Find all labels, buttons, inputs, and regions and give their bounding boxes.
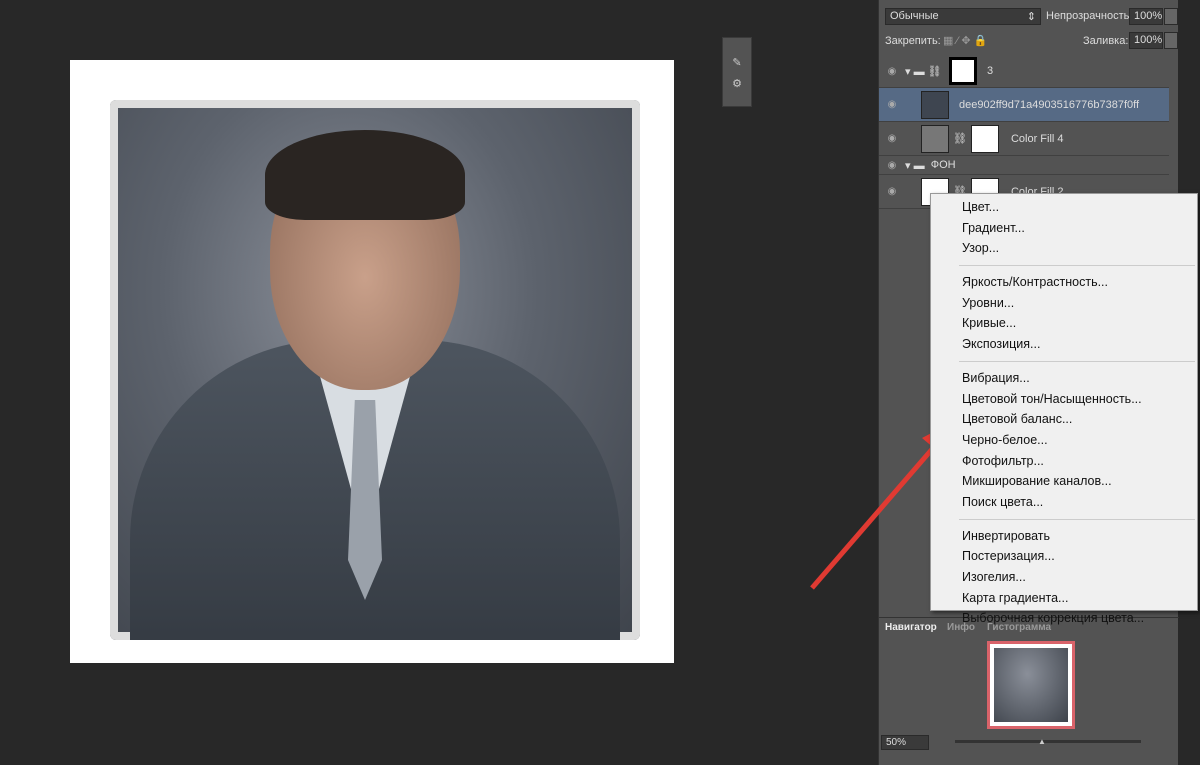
fill-label: Заливка:	[1083, 35, 1129, 47]
menu-item[interactable]: Цветовой баланс...	[931, 409, 1197, 430]
eye-icon[interactable]: ◉	[879, 133, 905, 144]
menu-separator	[959, 360, 1195, 362]
menu-item[interactable]: Узор...	[931, 238, 1197, 259]
fill-dropdown[interactable]	[1164, 32, 1178, 49]
layer-row[interactable]: ◉ ⛓ Color Fill 4	[879, 122, 1169, 156]
menu-item[interactable]: Выборочная коррекция цвета...	[931, 608, 1197, 629]
settings-tool-icon[interactable]: ⚙	[723, 77, 751, 90]
layer-row-selected[interactable]: ◉ dee902ff9d71a4903516776b7387f0ff	[879, 88, 1169, 122]
menu-item[interactable]: Карта градиента...	[931, 588, 1197, 609]
tab-navigator[interactable]: Навигатор	[885, 622, 937, 633]
layer-group-row[interactable]: ◉ ▾ ▬ ФОН	[879, 156, 1169, 175]
layer-row[interactable]: ◉ ▾ ▬ ⛓ 3	[879, 55, 1169, 88]
menu-item[interactable]: Уровни...	[931, 293, 1197, 314]
document-canvas[interactable]	[70, 60, 674, 663]
brush-tool-icon[interactable]: ✎	[723, 56, 751, 69]
mini-tool-panel: ✎ ⚙	[722, 37, 752, 107]
menu-item[interactable]: Постеризация...	[931, 546, 1197, 567]
zoom-slider[interactable]: ▲	[955, 737, 1141, 746]
eye-icon[interactable]: ◉	[879, 66, 905, 77]
menu-item[interactable]: Изогелия...	[931, 567, 1197, 588]
menu-item[interactable]: Микширование каналов...	[931, 471, 1197, 492]
menu-item[interactable]: Цветовой тон/Насыщенность...	[931, 389, 1197, 410]
menu-item[interactable]: Экспозиция...	[931, 334, 1197, 355]
navigator-preview[interactable]	[987, 641, 1075, 729]
menu-item[interactable]: Фотофильтр...	[931, 451, 1197, 472]
eye-icon[interactable]: ◉	[879, 186, 905, 197]
opacity-input[interactable]: 100%	[1129, 8, 1163, 25]
eye-icon[interactable]: ◉	[879, 160, 905, 171]
blend-mode-select[interactable]: Обычные ⇕	[885, 8, 1041, 25]
menu-separator	[959, 518, 1195, 520]
fill-input[interactable]: 100%	[1129, 32, 1163, 49]
menu-item[interactable]: Кривые...	[931, 313, 1197, 334]
menu-separator	[959, 265, 1195, 267]
menu-item[interactable]: Градиент...	[931, 218, 1197, 239]
menu-item[interactable]: Черно-белое...	[931, 430, 1197, 451]
menu-item[interactable]: Инвертировать	[931, 526, 1197, 547]
zoom-input[interactable]: 50%	[881, 735, 929, 750]
opacity-dropdown[interactable]	[1164, 8, 1178, 25]
adjustment-context-menu: Цвет... Градиент... Узор... Яркость/Контрас…	[930, 193, 1198, 625]
lock-label: Закрепить:	[885, 35, 941, 47]
portrait-photo	[110, 100, 640, 640]
menu-item[interactable]: Цвет...	[931, 197, 1197, 218]
eye-icon[interactable]: ◉	[879, 99, 905, 110]
opacity-label: Непрозрачность:	[1046, 10, 1133, 22]
lock-icons[interactable]: ▦ ⁄ ✥ 🔒	[943, 34, 987, 47]
menu-item[interactable]: Яркость/Контрастность...	[931, 272, 1197, 293]
menu-item[interactable]: Поиск цвета...	[931, 492, 1197, 513]
menu-item[interactable]: Вибрация...	[931, 368, 1197, 389]
